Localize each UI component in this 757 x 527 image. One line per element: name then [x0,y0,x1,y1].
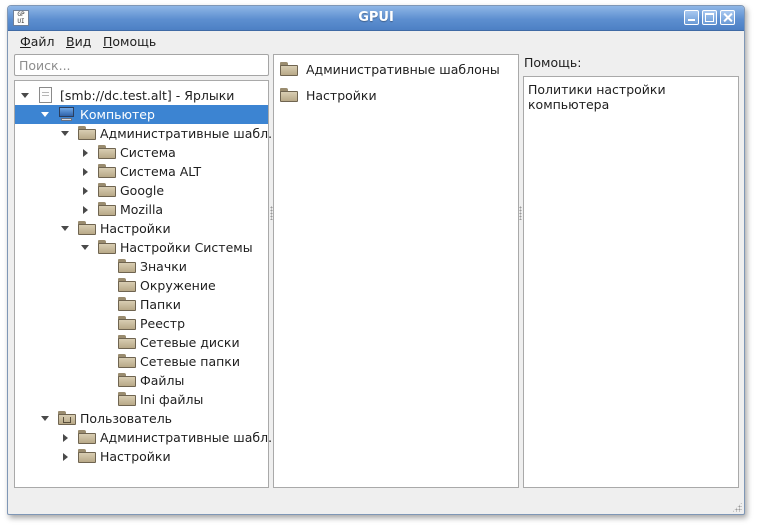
folder-icon [118,297,136,311]
tree-item-label: Реестр [140,316,186,331]
menu-bar: Файл Вид Помощь [8,31,744,51]
tree-item-label: Сетевые папки [140,354,240,369]
tree-item-label: Google [120,183,165,198]
folder-icon [98,164,116,178]
tree-item-label: Система ALT [120,164,202,179]
tree-item-label: Система [120,145,176,160]
tree-item-label: Ini файлы [140,392,204,407]
status-bar [8,492,744,514]
tree-item-root[interactable]: [smb://dc.test.alt] - Ярлыки [15,86,268,105]
chevron-down-icon[interactable] [41,416,49,421]
tree-item-label: Значки [140,259,187,274]
close-button[interactable] [720,10,735,25]
chevron-right-icon[interactable] [83,149,88,157]
tree-item-label: [smb://dc.test.alt] - Ярлыки [60,88,235,103]
tree-item-folders[interactable]: Папки [15,295,268,314]
tree-item-user[interactable]: Пользователь [15,409,268,428]
tree-item-files[interactable]: Файлы [15,371,268,390]
title-bar[interactable]: GP UI GPUI [8,6,744,31]
list-item[interactable]: Административные шаблоны [278,60,514,79]
tree-item-mozilla[interactable]: Mozilla [15,200,268,219]
chevron-right-icon[interactable] [83,168,88,176]
tree-item-registry[interactable]: Реестр [15,314,268,333]
chevron-right-icon[interactable] [83,206,88,214]
tree-item-label: Настройки [100,449,171,464]
chevron-right-icon[interactable] [83,187,88,195]
tree-item-label: Административные шабл... [100,126,280,141]
list-item-label: Настройки [306,88,377,103]
tree-item-settings[interactable]: Настройки [15,219,268,238]
list-item[interactable]: Настройки [278,86,514,105]
tree-item-label: Пользователь [80,411,173,426]
chevron-down-icon[interactable] [81,245,89,250]
tree-item-admin-templates[interactable]: Административные шабл... [15,124,280,143]
tree-item-user-settings[interactable]: Настройки [15,447,268,466]
folder-icon [78,430,96,444]
folder-icon [118,316,136,330]
folder-icon [98,202,116,216]
folder-icon [78,449,96,463]
folder-icon [98,240,116,254]
tree-item-user-admin-templates[interactable]: Административные шабл... [15,428,280,447]
gpui-window: GP UI GPUI Файл Вид Помощь [smb://dc.tes… [7,5,745,515]
list-item-label: Административные шаблоны [306,62,500,77]
resize-grip-icon[interactable] [732,502,742,512]
folder-icon [78,221,96,235]
policy-tree[interactable]: [smb://dc.test.alt] - Ярлыки Компьютер А… [14,80,280,488]
folder-icon [78,126,96,140]
tree-item-sistema-alt[interactable]: Система ALT [15,162,268,181]
computer-icon [58,107,75,121]
folder-icon [118,354,136,368]
content-list[interactable]: Административные шаблоны Настройки [273,54,519,488]
tree-item-label: Окружение [140,278,216,293]
folder-icon [118,335,136,349]
folder-icon [280,88,298,102]
folder-icon [98,145,116,159]
menu-file[interactable]: Файл [20,34,55,49]
splitter-handle-right[interactable] [519,206,522,220]
tree-item-label: Папки [140,297,181,312]
window-title: GPUI [358,10,394,25]
folder-icon [118,278,136,292]
tree-item-system-settings[interactable]: Настройки Системы [15,238,268,257]
minimize-button[interactable] [684,10,699,25]
folder-icon [118,392,136,406]
tree-item-label: Сетевые диски [140,335,240,350]
tree-item-environment[interactable]: Окружение [15,276,268,295]
help-label: Помощь: [524,55,582,70]
tree-item-icons[interactable]: Значки [15,257,268,276]
chevron-down-icon[interactable] [61,131,69,136]
folder-icon [118,259,136,273]
help-text-panel: Политики настройки компьютера [523,76,739,488]
tree-item-label: Mozilla [120,202,164,217]
chevron-down-icon[interactable] [61,226,69,231]
chevron-down-icon[interactable] [21,93,29,98]
tree-item-google[interactable]: Google [15,181,268,200]
tree-item-label: Настройки Системы [120,240,253,255]
tree-item-label: Настройки [100,221,171,236]
folder-icon [118,373,136,387]
tree-item-label: Административные шабл... [100,430,280,445]
tree-item-ini-files[interactable]: Ini файлы [15,390,268,409]
chevron-down-icon[interactable] [41,112,49,117]
folder-icon [280,62,298,76]
tree-item-label: Файлы [140,373,185,388]
tree-item-network-drives[interactable]: Сетевые диски [15,333,268,352]
folder-icon [98,183,116,197]
tree-item-network-folders[interactable]: Сетевые папки [15,352,268,371]
tree-item-label: Компьютер [80,107,155,122]
chevron-right-icon[interactable] [63,453,68,461]
search-input[interactable] [14,54,269,76]
help-text: Политики настройки компьютера [528,82,666,112]
menu-view[interactable]: Вид [66,34,91,49]
user-home-icon [58,411,76,425]
menu-help[interactable]: Помощь [103,34,156,49]
tree-item-sistema[interactable]: Система [15,143,268,162]
tree-item-computer[interactable]: Компьютер [15,105,268,124]
document-icon [39,87,52,103]
chevron-right-icon[interactable] [63,434,68,442]
maximize-button[interactable] [702,10,717,25]
